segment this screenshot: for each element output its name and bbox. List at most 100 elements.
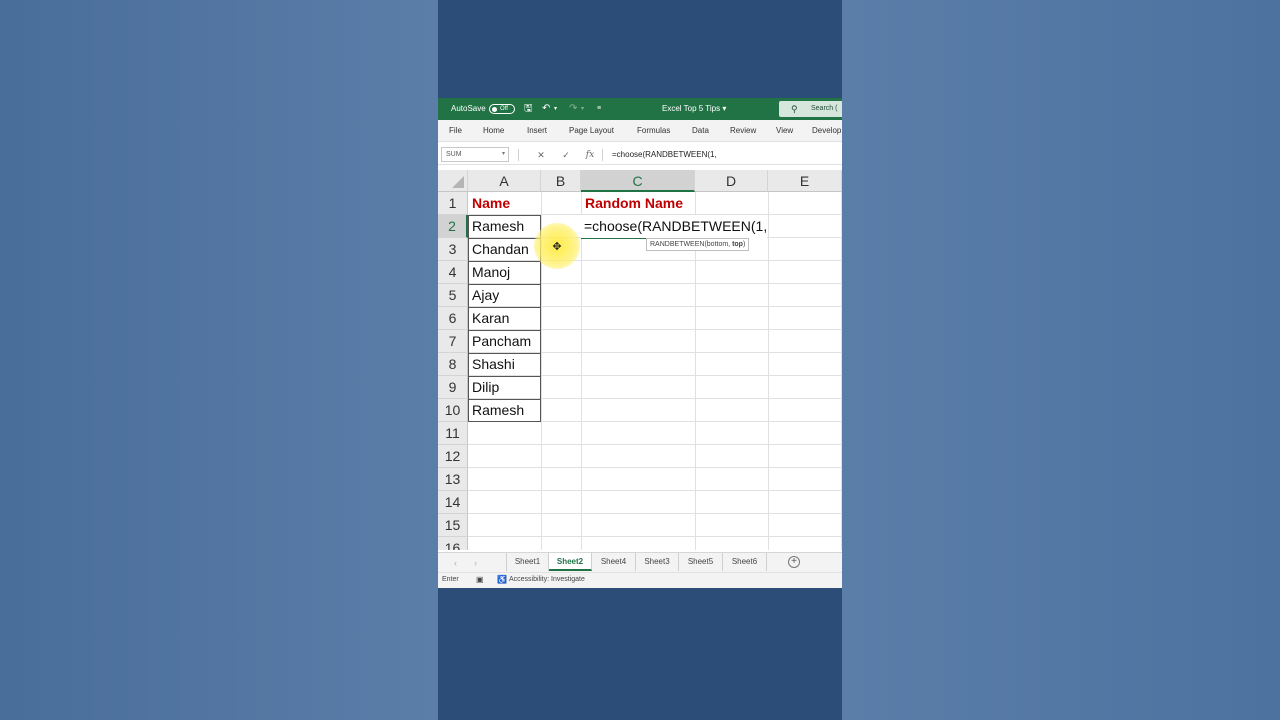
enter-icon[interactable]: ✓ xyxy=(559,148,573,162)
sheet-tab-bar: ‹ › Sheet1 Sheet2 Sheet4 Sheet3 Sheet5 S… xyxy=(438,552,842,572)
redo-dropdown-icon[interactable]: ▾ xyxy=(581,98,584,120)
sheet-tab-sheet3[interactable]: Sheet3 xyxy=(636,553,679,571)
accessibility-status[interactable]: Accessibility: Investigate xyxy=(509,573,585,587)
status-bar: Enter ▣ ♿ Accessibility: Investigate xyxy=(438,572,842,588)
formula-bar-divider-2 xyxy=(602,149,603,161)
column-header-e[interactable]: E xyxy=(768,170,842,192)
row-header-12[interactable]: 12 xyxy=(438,445,468,468)
tab-insert[interactable]: Insert xyxy=(527,120,547,142)
row-header-13[interactable]: 13 xyxy=(438,468,468,491)
gridline xyxy=(468,536,842,537)
cell-a1[interactable]: Name xyxy=(468,192,510,215)
row-header-14[interactable]: 14 xyxy=(438,491,468,514)
gridline xyxy=(468,444,842,445)
gridline xyxy=(841,192,842,550)
redo-icon[interactable]: ↷ xyxy=(569,98,577,120)
cell-a10[interactable]: Ramesh xyxy=(468,399,524,422)
row-header-4[interactable]: 4 xyxy=(438,261,468,284)
cell-a3[interactable]: Chandan xyxy=(468,238,529,261)
name-box[interactable]: SUM ▾ xyxy=(441,147,509,162)
cell-a6[interactable]: Karan xyxy=(468,307,509,330)
row-header-11[interactable]: 11 xyxy=(438,422,468,445)
search-icon: ⚲ xyxy=(791,104,798,114)
save-icon[interactable]: 🖫 xyxy=(524,98,533,120)
column-header-d[interactable]: D xyxy=(695,170,768,192)
excel-window: AutoSave Off 🖫 ↶ ▾ ↷ ▾ ≡ Excel Top 5 Tip… xyxy=(438,98,842,588)
sheet-tab-sheet6[interactable]: Sheet6 xyxy=(723,553,767,571)
sheet-tab-sheet1[interactable]: Sheet1 xyxy=(506,553,549,571)
cancel-icon[interactable]: ✕ xyxy=(534,148,548,162)
function-tooltip[interactable]: RANDBETWEEN(bottom, top) xyxy=(646,238,750,251)
cell-a4[interactable]: Manoj xyxy=(468,261,510,284)
scroll-tabs-left-icon[interactable]: ‹ xyxy=(454,553,457,573)
tab-review[interactable]: Review xyxy=(730,120,756,142)
gridline xyxy=(468,513,842,514)
cell-c1[interactable]: Random Name xyxy=(581,192,683,215)
scroll-tabs-right-icon[interactable]: › xyxy=(474,553,477,573)
row-header-7[interactable]: 7 xyxy=(438,330,468,353)
undo-dropdown-icon[interactable]: ▾ xyxy=(554,98,557,120)
tooltip-function: RANDBETWEEN(bottom, xyxy=(650,241,733,248)
column-header-b[interactable]: B xyxy=(541,170,581,192)
cell-a8[interactable]: Shashi xyxy=(468,353,515,376)
search-box[interactable]: ⚲ Search ( xyxy=(779,101,842,117)
accessibility-icon: ♿ xyxy=(497,575,507,584)
sheet-tab-sheet2[interactable]: Sheet2 xyxy=(549,553,592,571)
row-header-6[interactable]: 6 xyxy=(438,307,468,330)
gridline xyxy=(468,490,842,491)
ribbon-tabs: File Home Insert Page Layout Formulas Da… xyxy=(438,120,842,142)
formula-bar-divider xyxy=(518,149,519,161)
formula-bar: SUM ▾ ✕ ✓ fx =choose(RANDBETWEEN(1, xyxy=(438,145,842,165)
tab-data[interactable]: Data xyxy=(692,120,709,142)
sheet-tab-sheet4[interactable]: Sheet4 xyxy=(592,553,636,571)
add-sheet-icon[interactable]: + xyxy=(788,556,800,568)
background-right xyxy=(842,0,1280,720)
background-left xyxy=(0,0,438,720)
customize-toolbar-icon[interactable]: ≡ xyxy=(597,98,601,120)
cell-select-cursor-icon: ✥ xyxy=(552,241,562,253)
video-frame: AutoSave Off 🖫 ↶ ▾ ↷ ▾ ≡ Excel Top 5 Tip… xyxy=(438,0,842,720)
sheet-tab-sheet5[interactable]: Sheet5 xyxy=(679,553,723,571)
row-header-10[interactable]: 10 xyxy=(438,399,468,422)
gridline xyxy=(581,192,582,550)
tab-file[interactable]: File xyxy=(449,120,462,142)
row-header-15[interactable]: 15 xyxy=(438,514,468,537)
tooltip-close-paren: ) xyxy=(742,241,746,248)
row-header-3[interactable]: 3 xyxy=(438,238,468,261)
cell-a2[interactable]: Ramesh xyxy=(468,215,524,238)
tab-view[interactable]: View xyxy=(776,120,793,142)
name-box-value: SUM xyxy=(446,151,462,158)
row-header-9[interactable]: 9 xyxy=(438,376,468,399)
undo-icon[interactable]: ↶ xyxy=(542,98,550,120)
row-header-2[interactable]: 2 xyxy=(438,215,468,238)
tab-developer[interactable]: Develop xyxy=(812,120,841,142)
gridline xyxy=(768,192,769,550)
column-header-a[interactable]: A xyxy=(468,170,541,192)
tab-page-layout[interactable]: Page Layout xyxy=(569,120,614,142)
autosave-toggle[interactable]: Off xyxy=(489,104,515,114)
worksheet-grid[interactable]: A B C D E 1 2 3 4 5 6 7 8 9 10 11 12 13 … xyxy=(438,170,842,550)
tooltip-current-arg: top xyxy=(732,241,743,248)
status-mode: Enter xyxy=(442,576,459,583)
cell-a7[interactable]: Pancham xyxy=(468,330,531,353)
tab-home[interactable]: Home xyxy=(483,120,504,142)
search-label: Search ( xyxy=(811,105,838,112)
select-all-corner[interactable] xyxy=(438,170,468,192)
cell-c2-editor[interactable]: =choose(RANDBETWEEN(1, xyxy=(581,215,768,238)
macro-record-icon[interactable]: ▣ xyxy=(476,573,484,587)
row-header-8[interactable]: 8 xyxy=(438,353,468,376)
document-title[interactable]: Excel Top 5 Tips ▾ xyxy=(662,98,726,120)
row-header-5[interactable]: 5 xyxy=(438,284,468,307)
column-header-c[interactable]: C xyxy=(581,170,695,192)
formula-input[interactable]: =choose(RANDBETWEEN(1, xyxy=(612,148,717,162)
cell-a5[interactable]: Ajay xyxy=(468,284,499,307)
row-header-1[interactable]: 1 xyxy=(438,192,468,215)
tab-formulas[interactable]: Formulas xyxy=(637,120,670,142)
name-box-dropdown-icon[interactable]: ▾ xyxy=(502,148,505,161)
title-bar: AutoSave Off 🖫 ↶ ▾ ↷ ▾ ≡ Excel Top 5 Tip… xyxy=(438,98,842,120)
title-dropdown-icon: ▾ xyxy=(722,104,727,113)
row-header-16[interactable]: 16 xyxy=(438,537,468,550)
gridline xyxy=(468,467,842,468)
cell-a9[interactable]: Dilip xyxy=(468,376,499,399)
insert-function-icon[interactable]: fx xyxy=(583,148,597,162)
